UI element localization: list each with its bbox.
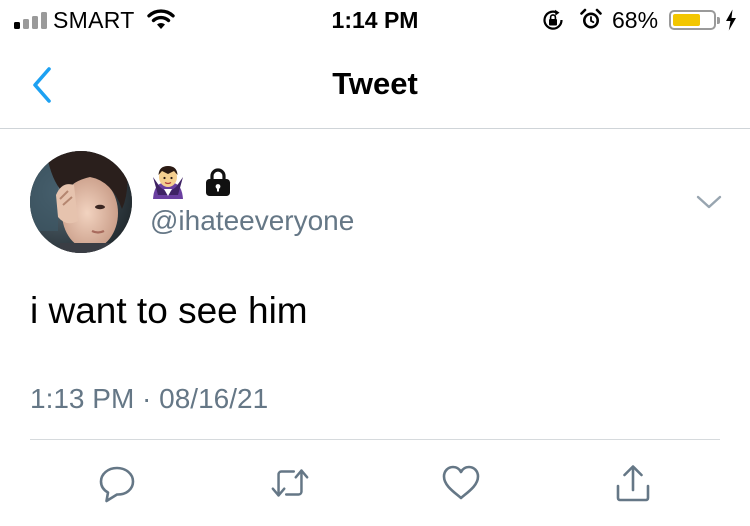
- retweet-button[interactable]: [269, 462, 311, 504]
- reply-icon: [99, 466, 135, 503]
- alarm-icon: [580, 8, 602, 36]
- battery-level: [673, 14, 700, 26]
- battery-icon: [669, 10, 720, 30]
- tweet: @ihateeveryone i want to see him 1:13 PM…: [0, 129, 750, 526]
- vampire-emoji-icon: [150, 163, 186, 206]
- retweet-icon: [271, 469, 309, 497]
- reply-button[interactable]: [96, 462, 138, 504]
- chevron-down-icon: [696, 195, 722, 209]
- nav-bar: Tweet: [0, 40, 750, 129]
- battery-percent: 68%: [612, 7, 659, 33]
- share-button[interactable]: [612, 462, 654, 504]
- user-handle[interactable]: @ihateeveryone: [150, 205, 354, 237]
- tweet-timestamp: 1:13 PM · 08/16/21: [30, 383, 269, 414]
- avatar[interactable]: [30, 151, 132, 253]
- tweet-detail-screen: SMART 1:14 PM 68% Tweet @ihateeveryone i…: [0, 0, 750, 526]
- heart-icon: [442, 465, 480, 500]
- rotation-lock-icon: [541, 9, 565, 36]
- charging-bolt-icon: [725, 9, 737, 36]
- share-icon: [616, 465, 650, 502]
- tweet-text: i want to see him: [30, 290, 308, 331]
- lock-icon: [204, 167, 232, 202]
- divider: [30, 439, 720, 440]
- display-name[interactable]: [150, 165, 232, 203]
- like-button[interactable]: [440, 462, 482, 504]
- tweet-menu-button[interactable]: [694, 191, 724, 213]
- status-bar: SMART 1:14 PM 68%: [0, 0, 750, 40]
- page-title: Tweet: [332, 66, 418, 101]
